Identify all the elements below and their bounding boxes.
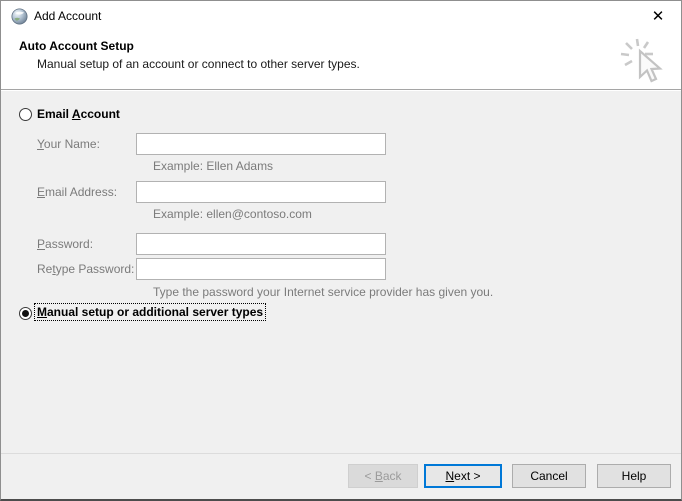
password-label: Password: (37, 237, 94, 251)
wizard-header: Auto Account Setup Manual setup of an ac… (1, 32, 681, 90)
your-name-input[interactable] (136, 133, 386, 155)
password-input[interactable] (136, 233, 386, 255)
help-button[interactable]: Help (597, 464, 671, 488)
page-title: Auto Account Setup (19, 39, 134, 53)
footer: < Back Next > Cancel Help (1, 454, 681, 499)
email-address-input[interactable] (136, 181, 386, 203)
password-hint: Type the password your Internet service … (153, 285, 494, 299)
add-account-dialog: Add Account ✕ Auto Account Setup Manual … (0, 0, 682, 501)
back-button[interactable]: < Back (348, 464, 418, 488)
manual-setup-radio-label[interactable]: Manual setup or additional server types (33, 303, 267, 321)
title-bar: Add Account ✕ (1, 1, 681, 32)
form-body: Email Account Your Name: Example: Ellen … (1, 91, 681, 454)
manual-setup-radio[interactable] (19, 307, 32, 320)
email-address-example: Example: ellen@contoso.com (153, 207, 312, 221)
retype-password-label: Retype Password: (37, 262, 135, 276)
email-account-radio-label[interactable]: Email Account (37, 107, 120, 121)
cursor-starburst-icon (620, 38, 663, 83)
retype-password-input[interactable] (136, 258, 386, 280)
email-account-radio[interactable] (19, 108, 32, 121)
close-icon[interactable]: ✕ (641, 3, 675, 29)
your-name-example: Example: Ellen Adams (153, 159, 274, 173)
window-title: Add Account (34, 9, 102, 23)
page-subtitle: Manual setup of an account or connect to… (37, 57, 360, 71)
your-name-label: Your Name: (37, 137, 100, 151)
outlook-account-icon (11, 8, 28, 25)
email-address-label: Email Address: (37, 185, 118, 199)
cancel-button[interactable]: Cancel (512, 464, 586, 488)
next-button[interactable]: Next > (424, 464, 502, 488)
